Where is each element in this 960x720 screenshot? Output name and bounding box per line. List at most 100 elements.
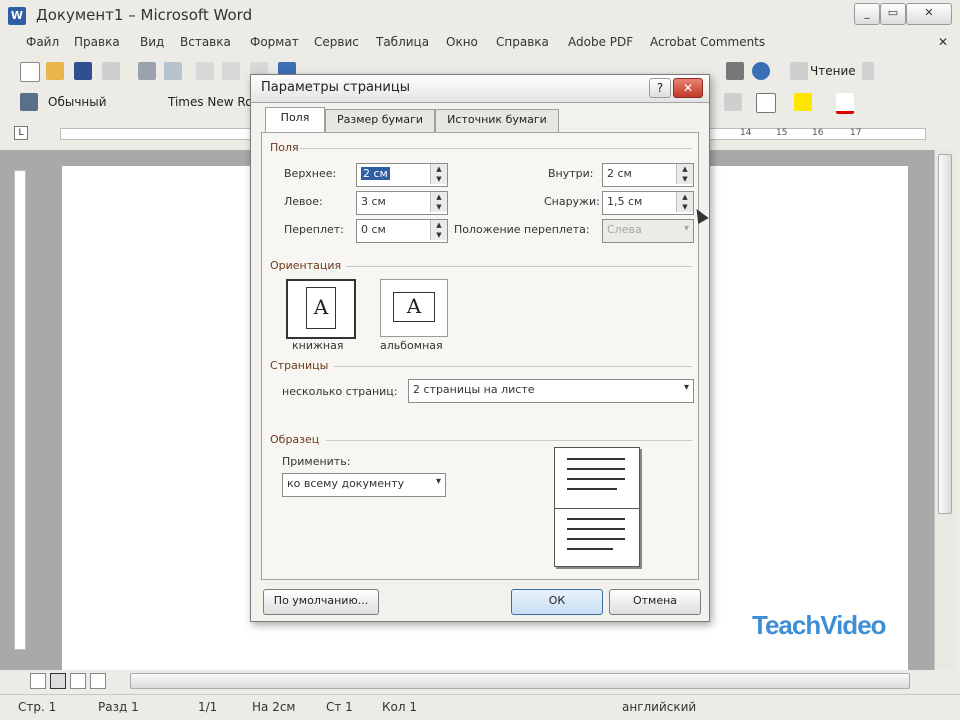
- dialog-close-icon[interactable]: ✕: [673, 78, 703, 98]
- left-margin-value[interactable]: 3 см: [361, 195, 386, 208]
- dropdown-arrow-icon[interactable]: ▾: [436, 476, 441, 487]
- set-default-button[interactable]: По умолчанию...: [263, 589, 379, 615]
- new-document-icon[interactable]: [20, 62, 40, 82]
- outline-view-icon[interactable]: [90, 673, 106, 689]
- web-layout-icon[interactable]: [50, 673, 66, 689]
- top-margin-spinner[interactable]: 2 см ▲ ▼: [356, 163, 448, 187]
- copy-icon[interactable]: [222, 62, 240, 80]
- ruler-tick: 14: [740, 128, 752, 138]
- spinner-arrows-icon[interactable]: ▲ ▼: [430, 220, 447, 240]
- ok-button[interactable]: ОК: [511, 589, 603, 615]
- preview-line: [567, 478, 625, 480]
- reading-mode-label[interactable]: Чтение: [810, 64, 856, 78]
- vertical-scrollbar[interactable]: [934, 150, 956, 670]
- print-preview-icon[interactable]: [164, 62, 182, 80]
- font-color-icon[interactable]: [836, 93, 854, 114]
- horizontal-scroll-thumb[interactable]: [130, 673, 910, 689]
- group-divider: [334, 366, 692, 367]
- top-margin-label: Верхнее:: [284, 167, 337, 180]
- menu-tools[interactable]: Сервис: [314, 35, 359, 49]
- menu-view[interactable]: Вид: [140, 35, 164, 49]
- page-setup-dialog: Параметры страницы ? ✕ Поля Размер бумаг…: [250, 74, 710, 622]
- preview-line: [567, 488, 617, 490]
- menu-format[interactable]: Формат: [250, 35, 299, 49]
- menu-window[interactable]: Окно: [446, 35, 478, 49]
- close-button[interactable]: ✕: [906, 3, 952, 25]
- preview-line: [567, 518, 625, 520]
- menu-insert[interactable]: Вставка: [180, 35, 231, 49]
- gutter-label: Переплет:: [284, 223, 344, 236]
- menu-file[interactable]: Файл: [26, 35, 59, 49]
- toolbar-options-icon[interactable]: [862, 62, 874, 80]
- landscape-label[interactable]: альбомная: [380, 339, 443, 352]
- inside-margin-value[interactable]: 2 см: [607, 167, 632, 180]
- gutter-value[interactable]: 0 см: [361, 223, 386, 236]
- save-icon[interactable]: [74, 62, 92, 80]
- outside-margin-spinner[interactable]: 1,5 см ▲ ▼: [602, 191, 694, 215]
- orientation-group-label: Ориентация: [270, 259, 342, 272]
- highlight-icon[interactable]: [794, 93, 812, 111]
- close-document-button[interactable]: ✕: [938, 35, 948, 49]
- borders-icon[interactable]: [756, 93, 776, 113]
- status-section: Разд 1: [98, 700, 139, 714]
- cancel-button[interactable]: Отмена: [609, 589, 701, 615]
- style-select[interactable]: Обычный: [48, 95, 107, 109]
- tab-paper-source[interactable]: Источник бумаги: [435, 109, 559, 132]
- group-divider: [346, 266, 692, 267]
- permission-icon[interactable]: [102, 62, 120, 80]
- gutter-spinner[interactable]: 0 см ▲ ▼: [356, 219, 448, 243]
- restore-button[interactable]: ▭: [880, 3, 906, 25]
- spinner-arrows-icon[interactable]: ▲ ▼: [430, 192, 447, 212]
- multiple-pages-label: несколько страниц:: [282, 385, 398, 398]
- multiple-pages-value[interactable]: 2 страницы на листе: [413, 383, 535, 396]
- menu-table[interactable]: Таблица: [376, 35, 429, 49]
- vertical-ruler: [8, 150, 34, 660]
- margins-tab-panel: Поля Верхнее: 2 см ▲ ▼ Левое: 3 см ▲ ▼ Пер…: [261, 132, 699, 580]
- spinner-arrows-icon[interactable]: ▲ ▼: [430, 164, 447, 184]
- vertical-scroll-thumb[interactable]: [938, 154, 952, 514]
- portrait-label[interactable]: книжная: [292, 339, 343, 352]
- tab-paper-size[interactable]: Размер бумаги: [325, 109, 435, 132]
- print-layout-icon[interactable]: [70, 673, 86, 689]
- print-icon[interactable]: [138, 62, 156, 80]
- menu-edit[interactable]: Правка: [74, 35, 120, 49]
- multiple-pages-select[interactable]: 2 страницы на листе ▾: [408, 379, 694, 403]
- dropdown-arrow-icon[interactable]: ▾: [684, 382, 689, 393]
- apply-to-select[interactable]: ко всему документу ▾: [282, 473, 446, 497]
- page-preview: [554, 447, 640, 567]
- tab-selector-icon[interactable]: L: [14, 126, 28, 140]
- preview-line: [567, 548, 613, 550]
- zoom-dropdown-icon[interactable]: [726, 62, 744, 80]
- spinner-arrows-icon[interactable]: ▲ ▼: [676, 164, 693, 184]
- landscape-option[interactable]: A: [380, 279, 448, 337]
- open-folder-icon[interactable]: [46, 62, 64, 80]
- title-bar: W Документ1 – Microsoft Word _ ▭ ✕: [0, 0, 960, 32]
- group-divider: [300, 148, 692, 149]
- status-page: Стр. 1: [18, 700, 57, 714]
- font-select[interactable]: Times New Ro: [168, 95, 253, 109]
- inside-margin-spinner[interactable]: 2 см ▲ ▼: [602, 163, 694, 187]
- outside-margin-value[interactable]: 1,5 см: [607, 195, 642, 208]
- ruler-tick: 17: [850, 128, 862, 138]
- top-margin-value[interactable]: 2 см: [361, 167, 390, 180]
- tab-margins[interactable]: Поля: [265, 107, 325, 134]
- menu-adobe-pdf[interactable]: Adobe PDF: [568, 35, 633, 49]
- cut-icon[interactable]: [196, 62, 214, 80]
- menu-acrobat-comments[interactable]: Acrobat Comments: [650, 35, 765, 49]
- portrait-option[interactable]: A: [286, 279, 356, 339]
- styles-pane-icon[interactable]: [20, 93, 38, 111]
- reading-mode-icon[interactable]: [790, 62, 808, 80]
- inside-margin-label: Внутри:: [548, 167, 594, 180]
- normal-view-icon[interactable]: [30, 673, 46, 689]
- menu-help[interactable]: Справка: [496, 35, 549, 49]
- minimize-button[interactable]: _: [854, 3, 880, 25]
- indent-icon[interactable]: [724, 93, 742, 111]
- left-margin-label: Левое:: [284, 195, 323, 208]
- apply-to-value[interactable]: ко всему документу: [287, 477, 404, 490]
- dropdown-arrow-icon: ▾: [683, 223, 689, 234]
- margins-group-label: Поля: [270, 141, 299, 154]
- dialog-help-icon[interactable]: ?: [649, 78, 671, 98]
- help-icon[interactable]: [752, 62, 770, 80]
- spinner-arrows-icon[interactable]: ▲ ▼: [676, 192, 693, 212]
- left-margin-spinner[interactable]: 3 см ▲ ▼: [356, 191, 448, 215]
